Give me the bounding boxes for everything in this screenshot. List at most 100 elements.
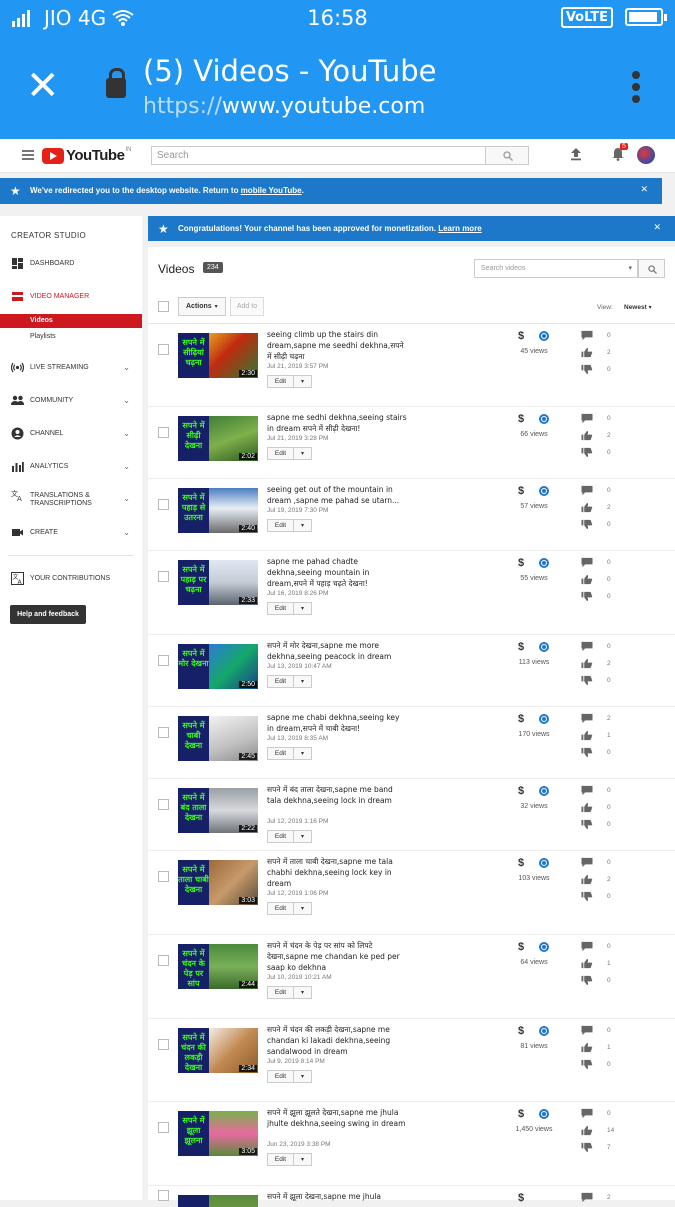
monetization-dollar-icon[interactable]: $ xyxy=(518,330,524,342)
edit-button[interactable]: Edit xyxy=(267,519,294,532)
close-banner-icon[interactable]: ✕ xyxy=(653,223,661,233)
video-thumbnail[interactable] xyxy=(178,1195,258,1207)
upload-icon[interactable] xyxy=(569,147,583,161)
public-globe-icon[interactable] xyxy=(539,331,549,341)
monetization-dollar-icon[interactable]: $ xyxy=(518,485,524,497)
video-title[interactable]: सपने में ताला चाबी देखना,sapne me tala c… xyxy=(267,856,407,889)
video-thumbnail[interactable]: सपने में ताला चाबी देखना 3:03 xyxy=(178,860,258,905)
public-globe-icon[interactable] xyxy=(539,942,549,952)
row-checkbox[interactable] xyxy=(158,871,169,882)
row-checkbox[interactable] xyxy=(158,799,169,810)
video-title[interactable]: सपने में चंदन के पेड़ पर सांप को लिपटे द… xyxy=(267,940,407,973)
edit-button[interactable]: Edit xyxy=(267,375,294,388)
monetization-dollar-icon[interactable]: $ xyxy=(518,713,524,725)
sidebar-subitem-videos[interactable]: Videos xyxy=(0,314,142,328)
public-globe-icon[interactable] xyxy=(539,414,549,424)
edit-dropdown-icon[interactable]: ▾ xyxy=(294,986,312,999)
video-row[interactable]: सपने में चंदन के पेड़ पर सांप देखना 2:44… xyxy=(148,935,675,1019)
row-checkbox[interactable] xyxy=(158,1190,169,1201)
close-icon[interactable]: ✕ xyxy=(26,62,60,110)
row-checkbox[interactable] xyxy=(158,655,169,666)
edit-dropdown-icon[interactable]: ▾ xyxy=(294,375,312,388)
edit-button[interactable]: Edit xyxy=(267,1070,294,1083)
video-row[interactable]: सपने में ताला चाबी देखना 3:03 सपने में त… xyxy=(148,851,675,935)
video-thumbnail[interactable]: सपने में चंदन की लकड़ी देखना 2:34 xyxy=(178,1028,258,1073)
public-globe-icon[interactable] xyxy=(539,486,549,496)
edit-dropdown-icon[interactable]: ▾ xyxy=(294,830,312,843)
mobile-youtube-link[interactable]: mobile YouTube xyxy=(241,186,302,195)
video-title[interactable]: sapne me pahad chadte dekhna,seeing moun… xyxy=(267,556,407,589)
lock-icon[interactable] xyxy=(106,68,126,98)
monetization-dollar-icon[interactable]: $ xyxy=(518,1108,524,1120)
sidebar-subitem-playlists[interactable]: Playlists xyxy=(0,330,142,344)
video-row[interactable]: सपने में पहाड़ से उतरना 2:40 seeing get … xyxy=(148,479,675,551)
edit-dropdown-icon[interactable]: ▾ xyxy=(294,519,312,532)
monetization-dollar-icon[interactable]: $ xyxy=(518,557,524,569)
monetization-dollar-icon[interactable]: $ xyxy=(518,857,524,869)
monetization-dollar-icon[interactable]: $ xyxy=(518,1192,524,1204)
row-checkbox[interactable] xyxy=(158,727,169,738)
video-thumbnail[interactable]: सपने में सीढ़ियां चढ़ना 2:30 xyxy=(178,333,258,378)
learn-more-link[interactable]: Learn more xyxy=(438,224,482,233)
row-checkbox[interactable] xyxy=(158,571,169,582)
edit-button[interactable]: Edit xyxy=(267,602,294,615)
public-globe-icon[interactable] xyxy=(539,858,549,868)
edit-dropdown-icon[interactable]: ▾ xyxy=(294,447,312,460)
search-videos-button[interactable] xyxy=(638,259,665,278)
row-checkbox[interactable] xyxy=(158,1122,169,1133)
video-title[interactable]: सपने में बंद ताला देखना,sapne me band ta… xyxy=(267,784,407,806)
search-filter-dropdown-icon[interactable]: ▾ xyxy=(628,264,632,272)
sort-dropdown[interactable]: Newest ▾ xyxy=(624,304,652,311)
avatar[interactable] xyxy=(637,146,655,164)
video-title[interactable]: सपने में झूला झूलते देखना,sapne me jhula… xyxy=(267,1107,407,1129)
monetization-dollar-icon[interactable]: $ xyxy=(518,785,524,797)
monetization-dollar-icon[interactable]: $ xyxy=(518,1025,524,1037)
video-thumbnail[interactable]: सपने में चाबी देखना 2:45 xyxy=(178,716,258,761)
edit-button[interactable]: Edit xyxy=(267,830,294,843)
video-title[interactable]: sapne me chabi dekhna,seeing key in drea… xyxy=(267,712,407,734)
video-thumbnail[interactable]: सपने में मोर देखना 2:50 xyxy=(178,644,258,689)
youtube-logo[interactable]: YouTube IN xyxy=(42,147,131,164)
public-globe-icon[interactable] xyxy=(539,1109,549,1119)
edit-dropdown-icon[interactable]: ▾ xyxy=(294,1153,312,1166)
video-row[interactable]: सपने में झूला देखना,sapne me jhula $2 xyxy=(148,1186,675,1207)
row-checkbox[interactable] xyxy=(158,955,169,966)
close-banner-icon[interactable]: ✕ xyxy=(640,185,648,195)
video-row[interactable]: सपने में बंद ताला देखना 2:22 सपने में बं… xyxy=(148,779,675,851)
search-button[interactable] xyxy=(485,146,529,165)
select-all-checkbox[interactable] xyxy=(158,301,169,312)
video-row[interactable]: सपने में झूला झूलना 3:05 सपने में झूला झ… xyxy=(148,1102,675,1186)
public-globe-icon[interactable] xyxy=(539,786,549,796)
public-globe-icon[interactable] xyxy=(539,714,549,724)
edit-button[interactable]: Edit xyxy=(267,986,294,999)
edit-dropdown-icon[interactable]: ▾ xyxy=(294,602,312,615)
edit-button[interactable]: Edit xyxy=(267,747,294,760)
row-checkbox[interactable] xyxy=(158,499,169,510)
search-input[interactable]: Search xyxy=(151,146,486,165)
monetization-dollar-icon[interactable]: $ xyxy=(518,641,524,653)
video-row[interactable]: सपने में चाबी देखना 2:45 sapne me chabi … xyxy=(148,707,675,779)
hamburger-menu-icon[interactable] xyxy=(22,150,34,162)
video-thumbnail[interactable]: सपने में सीढ़ी देखना 2:02 xyxy=(178,416,258,461)
edit-button[interactable]: Edit xyxy=(267,447,294,460)
edit-button[interactable]: Edit xyxy=(267,675,294,688)
edit-dropdown-icon[interactable]: ▾ xyxy=(294,902,312,915)
video-thumbnail[interactable]: सपने में झूला झूलना 3:05 xyxy=(178,1111,258,1156)
video-row[interactable]: सपने में चंदन की लकड़ी देखना 2:34 सपने म… xyxy=(148,1019,675,1102)
search-videos-input[interactable]: Search videos ▾ xyxy=(474,259,638,278)
add-to-button[interactable]: Add to xyxy=(230,297,264,316)
video-thumbnail[interactable]: सपने में बंद ताला देखना 2:22 xyxy=(178,788,258,833)
edit-dropdown-icon[interactable]: ▾ xyxy=(294,747,312,760)
row-checkbox[interactable] xyxy=(158,344,169,355)
video-title[interactable]: sapne me sedhi dekhna,seeing stairs in d… xyxy=(267,412,407,434)
video-title[interactable]: seeing get out of the mountain in dream … xyxy=(267,484,407,506)
video-row[interactable]: सपने में सीढ़ी देखना 2:02 sapne me sedhi… xyxy=(148,407,675,479)
row-checkbox[interactable] xyxy=(158,427,169,438)
monetization-dollar-icon[interactable]: $ xyxy=(518,413,524,425)
video-thumbnail[interactable]: सपने में पहाड़ से उतरना 2:40 xyxy=(178,488,258,533)
url-display[interactable]: https://www.youtube.com xyxy=(143,94,425,119)
video-title[interactable]: सपने में झूला देखना,sapne me jhula xyxy=(267,1191,407,1202)
video-title[interactable]: सपने में चंदन की लकड़ी देखना,sapne me ch… xyxy=(267,1024,407,1057)
row-checkbox[interactable] xyxy=(158,1039,169,1050)
video-thumbnail[interactable]: सपने में पहाड़ पर चढ़ना 2:33 xyxy=(178,560,258,605)
